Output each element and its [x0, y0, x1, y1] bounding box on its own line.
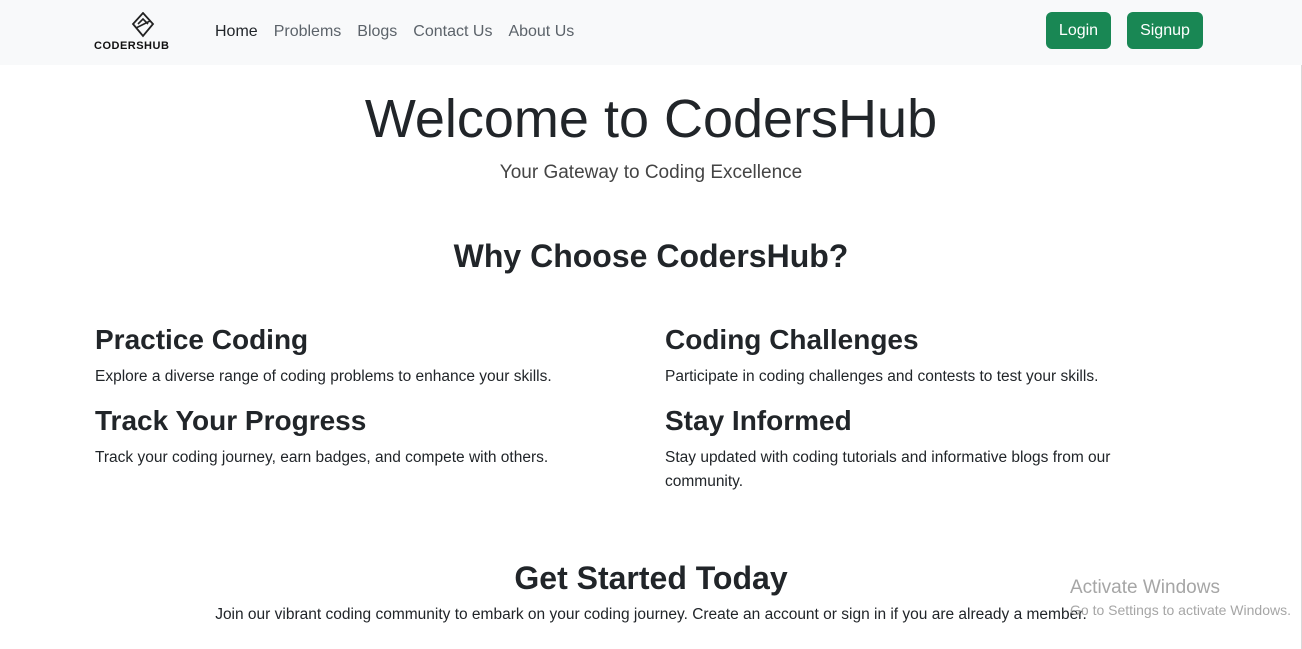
feature-description: Track your coding journey, earn badges, … — [95, 449, 549, 466]
feature-coding-challenges: Coding Challenges Participate in coding … — [665, 323, 1145, 389]
windows-activation-watermark: Activate Windows Go to Settings to activ… — [1070, 577, 1291, 620]
nav-link-problems[interactable]: Problems — [274, 21, 342, 43]
nav-links: Home Problems Blogs Contact Us About Us — [215, 21, 590, 43]
hero-subtitle: Your Gateway to Coding Excellence — [499, 162, 803, 183]
feature-title: Track Your Progress — [95, 405, 367, 436]
feature-stay-informed: Stay Informed Stay updated with coding t… — [665, 404, 1145, 494]
brand-name: CODERSHUB — [94, 40, 170, 52]
feature-title: Coding Challenges — [665, 324, 919, 355]
feature-title: Practice Coding — [95, 324, 309, 355]
nav-link-about-us[interactable]: About Us — [508, 21, 574, 43]
nav-link-blogs[interactable]: Blogs — [357, 21, 397, 43]
feature-practice-coding: Practice Coding Explore a diverse range … — [95, 323, 595, 389]
why-section-title: Why Choose CodersHub? — [453, 238, 849, 274]
login-button[interactable]: Login — [1046, 12, 1111, 49]
feature-description: Explore a diverse range of coding proble… — [95, 368, 552, 385]
feature-title: Stay Informed — [665, 405, 852, 436]
watermark-title: Activate Windows — [1070, 577, 1220, 598]
hero-title: Welcome to CodersHub — [364, 89, 938, 149]
nav-link-contact-us[interactable]: Contact Us — [413, 21, 492, 43]
nav-link-home[interactable]: Home — [215, 21, 258, 43]
feature-description: Participate in coding challenges and con… — [665, 368, 1099, 385]
navbar: CODERSHUB Home Problems Blogs Contact Us… — [0, 0, 1302, 65]
signup-button[interactable]: Signup — [1127, 12, 1203, 49]
feature-track-progress: Track Your Progress Track your coding jo… — [95, 404, 595, 470]
feature-description: Stay updated with coding tutorials and i… — [665, 449, 1111, 490]
watermark-subtitle: Go to Settings to activate Windows. — [1070, 602, 1291, 618]
brand-logo[interactable]: CODERSHUB — [94, 12, 192, 54]
codershub-logo-icon — [131, 12, 155, 38]
